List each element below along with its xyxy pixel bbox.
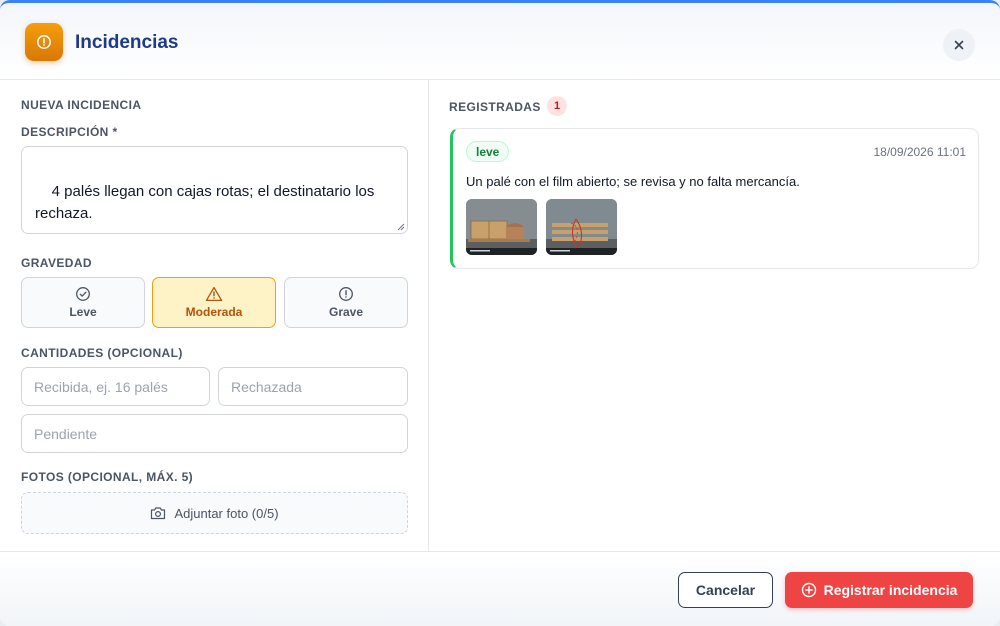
received-placeholder: Recibida, ej. 16 palés xyxy=(34,378,168,395)
new-incident-heading: NUEVA INCIDENCIA xyxy=(21,98,142,112)
severity-label: GRAVEDAD xyxy=(21,256,92,270)
incident-description: Un palé con el film abierto; se revisa y… xyxy=(466,174,800,189)
received-quantity-input[interactable]: Recibida, ej. 16 palés xyxy=(21,367,210,406)
rejected-placeholder: Rechazada xyxy=(231,378,302,395)
dialog-title: Incidencias xyxy=(75,32,179,53)
incident-date: 18/09/2026 11:01 xyxy=(873,145,966,159)
camera-icon xyxy=(151,507,166,520)
rejected-quantity-input[interactable]: Rechazada xyxy=(218,367,408,406)
register-incident-button[interactable]: Registrar incidencia xyxy=(785,572,973,608)
attach-photo-label: Adjuntar foto (0/5) xyxy=(174,505,279,521)
pending-placeholder: Pendiente xyxy=(34,425,98,442)
incidents-dialog: Incidencias NUEVA INCIDENCIA DESCRIPCIÓN… xyxy=(0,0,1000,626)
photo-thumbnail-1[interactable] xyxy=(466,199,537,255)
resize-handle-icon[interactable] xyxy=(397,223,405,231)
close-button[interactable] xyxy=(943,29,975,61)
severity-moderada-label: Moderada xyxy=(185,305,243,319)
description-text: 4 palés llegan con cajas rotas; el desti… xyxy=(35,183,379,222)
panel-divider xyxy=(428,80,429,551)
dialog-header: Incidencias xyxy=(0,3,1000,80)
cancel-button[interactable]: Cancelar xyxy=(678,572,773,608)
severity-leve-button[interactable]: Leve xyxy=(21,277,145,328)
pending-quantity-input[interactable]: Pendiente xyxy=(21,414,408,453)
check-circle-icon xyxy=(76,287,90,301)
cancel-label: Cancelar xyxy=(695,582,756,598)
quantities-label: CANTIDADES (OPCIONAL) xyxy=(21,346,183,360)
severity-moderada-button[interactable]: Moderada xyxy=(152,277,276,328)
severity-grave-label: Grave xyxy=(328,305,364,319)
severity-grave-button[interactable]: Grave xyxy=(284,277,408,328)
alert-circle-icon xyxy=(339,287,353,301)
register-incident-label: Registrar incidencia xyxy=(823,582,958,598)
photo-thumbnail-2[interactable] xyxy=(546,199,617,255)
description-textarea[interactable]: 4 palés llegan con cajas rotas; el desti… xyxy=(21,146,408,234)
description-label: DESCRIPCIÓN * xyxy=(21,125,118,139)
incident-card: leve 18/09/2026 11:01 Un palé con el fil… xyxy=(450,128,979,269)
registered-count-badge: 1 xyxy=(547,96,567,116)
registered-heading: REGISTRADAS xyxy=(449,100,541,114)
alert-circle-icon xyxy=(25,23,63,61)
plus-circle-icon xyxy=(801,582,816,598)
close-icon xyxy=(954,40,964,50)
warning-triangle-icon xyxy=(205,286,223,302)
incident-level-badge: leve xyxy=(466,141,510,162)
photos-label: FOTOS (OPCIONAL, MÁX. 5) xyxy=(21,470,194,484)
attach-photo-button[interactable]: Adjuntar foto (0/5) xyxy=(21,492,408,534)
severity-leve-label: Leve xyxy=(69,305,97,319)
